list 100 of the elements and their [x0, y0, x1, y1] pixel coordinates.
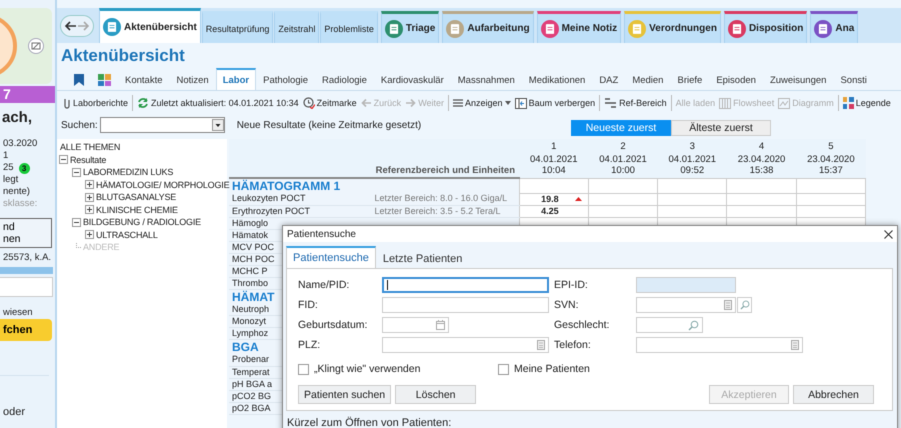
search-field[interactable]: [100, 117, 225, 133]
status-text: Neue Resultate (keine Zeitmarke gesetzt): [236, 120, 422, 130]
expand-icon[interactable]: [85, 230, 94, 240]
list-icon: [453, 98, 464, 108]
dialog-button[interactable]: Abbrechen: [793, 385, 874, 404]
main-tab[interactable]: Verordnungen: [624, 11, 721, 43]
section-tab[interactable]: Briefe: [670, 69, 710, 90]
result-value: 19.8: [540, 194, 559, 204]
toolbar-button[interactable]: Zeitmarke: [300, 97, 359, 109]
main-tab[interactable]: Aktenübersicht: [99, 8, 201, 43]
caret-icon: [504, 101, 511, 105]
expand-icon[interactable]: [85, 180, 94, 190]
dialog-tab[interactable]: Patientensuche: [286, 246, 376, 268]
field-label: Geschlecht:: [554, 319, 610, 331]
tree-item[interactable]: LABORMEDIZIN LUKS: [82, 166, 174, 178]
main-tab[interactable]: Triage: [380, 11, 440, 43]
patient-info: 03.2020: [2, 138, 38, 150]
dialog-button[interactable]: Löschen: [395, 385, 476, 404]
table-cell: Hämoglo: [232, 218, 268, 228]
input-field[interactable]: [382, 317, 449, 333]
search-icon: [688, 320, 699, 330]
document-icon: [628, 20, 646, 38]
sidebar-button[interactable]: nd nen: [0, 218, 52, 248]
main-tab[interactable]: Resultatprüfung: [202, 11, 274, 43]
tree-item[interactable]: Resultate: [69, 154, 108, 166]
column-number: 3: [690, 140, 695, 152]
column-date: 04.01.2021: [530, 154, 578, 166]
main-tab[interactable]: Aufarbeitung: [442, 11, 534, 43]
section-tab[interactable]: DAZ: [592, 69, 626, 90]
section-tab[interactable]: Labor: [216, 68, 256, 90]
toolbar-button[interactable]: Ref-Bereich: [602, 97, 669, 109]
main-tab[interactable]: Meine Notiz: [536, 11, 622, 43]
input-field[interactable]: [636, 297, 736, 313]
sidebar-action-button[interactable]: fchen: [0, 319, 52, 341]
dialog-button[interactable]: Patienten suchen: [298, 385, 392, 404]
reference-range: Letzter Bereich: 8.0 - 16.0 Giga/L: [374, 193, 508, 204]
section-tab[interactable]: Zuweisungen: [762, 69, 834, 90]
toolbar-button[interactable]: Zuletzt aktualisiert: 04.01.2021 10:34: [135, 97, 301, 109]
edit-icon[interactable]: [28, 38, 44, 54]
collapse-icon[interactable]: [72, 168, 81, 177]
group-heading: BGA: [232, 340, 259, 354]
section-tab[interactable]: Sonsti: [833, 69, 874, 90]
arrow-left-icon[interactable]: [64, 20, 77, 32]
toolbar-button[interactable]: Baum verbergen: [512, 98, 598, 108]
section-tab[interactable]: Radiologie: [315, 69, 374, 90]
close-icon[interactable]: [884, 230, 893, 238]
section-tab[interactable]: Massnahmen: [450, 69, 522, 90]
tree-item[interactable]: ULTRASCHALL: [95, 228, 159, 241]
input-field[interactable]: [636, 337, 803, 353]
expand-icon[interactable]: [85, 192, 94, 202]
tree-item[interactable]: BLUTGASANALYSE: [95, 191, 178, 204]
checkbox[interactable]: [298, 364, 309, 374]
patient-info: nente): [2, 186, 31, 198]
refresh-icon: [137, 97, 150, 109]
column-time: 15:37: [818, 165, 843, 176]
panel-icon: [514, 98, 527, 108]
main-tab[interactable]: Zeitstrahl: [274, 11, 320, 43]
main-tab[interactable]: Ana: [810, 11, 858, 43]
tree-item[interactable]: HÄMATOLOGIE/ MORPHOLOGIE: [95, 178, 230, 191]
toolbar-button[interactable]: Anzeigen: [451, 98, 513, 108]
toolbar-button[interactable]: Laborberichte: [61, 97, 130, 109]
calculator-icon: [791, 340, 799, 350]
section-tab[interactable]: Medien: [625, 69, 670, 90]
chart-icon: [778, 98, 790, 108]
column-time: 10:04: [542, 165, 566, 176]
collapse-icon[interactable]: [72, 218, 81, 227]
sidebar-input-field[interactable]: [0, 277, 53, 297]
section-tab[interactable]: Episoden: [709, 69, 763, 90]
section-tab[interactable]: Notizen: [170, 69, 216, 90]
tree-item[interactable]: BILDGEBUNG / RADIOLOGIE: [82, 216, 202, 228]
tree-item[interactable]: KLINISCHE CHEMIE: [95, 204, 179, 216]
input-field[interactable]: [636, 317, 703, 333]
section-tab[interactable]: Pathologie: [256, 69, 316, 90]
main-tab[interactable]: Problemliste: [320, 11, 378, 43]
columns-icon: [719, 98, 732, 108]
collapse-icon[interactable]: [59, 155, 68, 164]
section-tab[interactable]: Kardiovaskulär: [374, 69, 451, 90]
field-label: Geburtsdatum:: [298, 319, 368, 331]
range-icon: [604, 97, 618, 109]
back-forward-control[interactable]: [60, 14, 94, 36]
search-button[interactable]: [737, 297, 752, 313]
column-time: 09:52: [680, 165, 704, 176]
calculator-icon: [537, 340, 545, 350]
dialog-tab[interactable]: Letzte Patienten: [376, 249, 470, 268]
table-cell: Lymphoz: [232, 328, 268, 338]
sort-option[interactable]: Älteste zuerst: [671, 120, 771, 136]
main-tab[interactable]: Disposition: [724, 11, 808, 43]
input-field[interactable]: [382, 277, 549, 293]
section-tab[interactable]: Kontakte: [118, 69, 170, 90]
checkbox[interactable]: [498, 364, 509, 374]
calculator-icon: [724, 300, 732, 310]
expand-icon[interactable]: [85, 205, 94, 214]
table-cell: Hämatok: [232, 230, 268, 240]
table-cell: Leukozyten POCT: [232, 193, 306, 204]
group-heading: HÄMATOGRAMM 1: [232, 179, 340, 193]
input-field[interactable]: [382, 337, 549, 353]
toolbar-button[interactable]: Legende: [840, 97, 893, 109]
section-tab[interactable]: Medikationen: [522, 69, 592, 90]
input-field[interactable]: [382, 297, 549, 313]
field-label: Name/PID:: [298, 279, 350, 291]
